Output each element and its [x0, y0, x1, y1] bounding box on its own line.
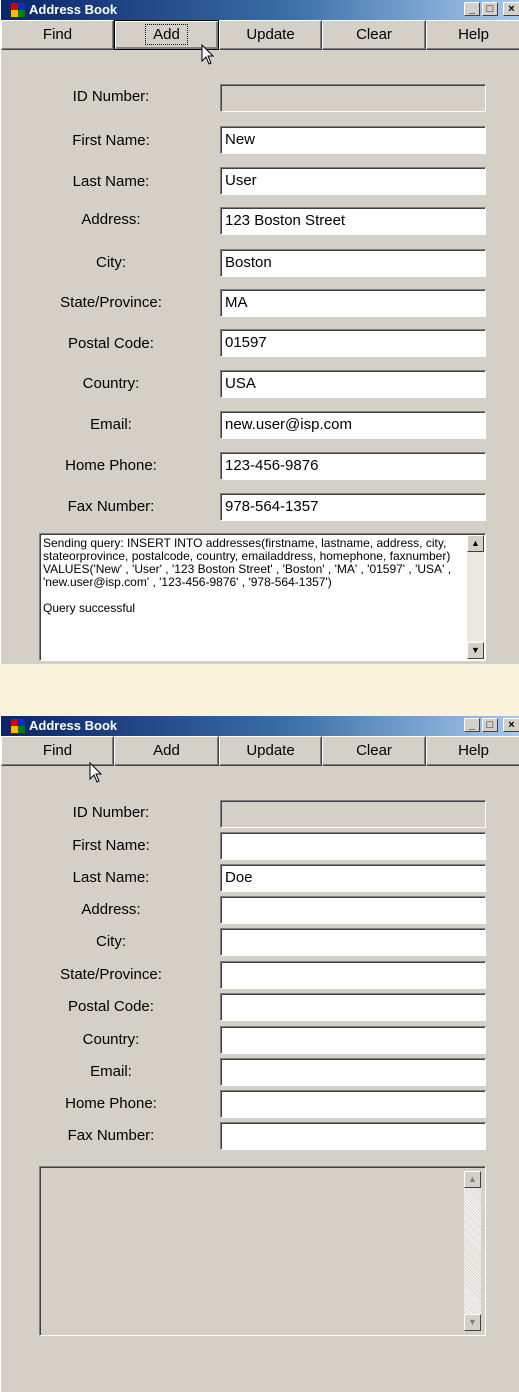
country-field[interactable] [220, 1026, 486, 1054]
address-book-window-1: Address Book _ □ × Find Add Update Clear… [0, 0, 519, 664]
clear-button[interactable]: Clear [322, 736, 426, 766]
home-phone-label: Home Phone: [65, 457, 157, 474]
country-field[interactable]: USA [220, 370, 486, 398]
find-button[interactable]: Find [1, 20, 114, 50]
id-number-field[interactable] [220, 84, 486, 112]
last-name-field[interactable]: Doe [220, 864, 486, 892]
last-name-label: Last Name: [72, 869, 150, 886]
postal-code-label: Postal Code: [68, 998, 154, 1015]
scroll-down-arrow-icon[interactable]: ▼ [464, 1314, 481, 1331]
email-field[interactable]: new.user@isp.com [220, 411, 486, 439]
id-number-label: ID Number: [72, 804, 150, 821]
title-bar[interactable]: Address Book _ □ × [1, 716, 519, 736]
find-button-label: Find [42, 26, 73, 43]
update-button[interactable]: Update [219, 736, 322, 766]
clear-button-label: Clear [356, 26, 392, 43]
query-log-text: Sending query: INSERT INTO addresses(fir… [43, 536, 452, 615]
fax-number-label: Fax Number: [67, 498, 155, 515]
clear-button[interactable]: Clear [322, 20, 426, 50]
city-label: City: [96, 933, 126, 950]
log-scrollbar[interactable]: ▲ ▼ [464, 1171, 481, 1331]
last-name-field[interactable]: User [220, 167, 486, 195]
add-button-label: Add [153, 742, 180, 759]
close-button[interactable]: × [503, 2, 519, 16]
fax-number-field[interactable]: 978-564-1357 [220, 493, 486, 521]
address-label: Address: [81, 901, 141, 918]
scroll-down-arrow-icon[interactable]: ▼ [467, 642, 484, 659]
state-province-label: State/Province: [60, 966, 162, 983]
mouse-cursor-icon [89, 762, 103, 783]
scroll-up-arrow-icon[interactable]: ▲ [467, 535, 484, 552]
home-phone-field[interactable] [220, 1090, 486, 1118]
add-button-label: Add [145, 24, 188, 45]
window-title: Address Book [29, 2, 118, 17]
app-icon [11, 3, 25, 17]
update-button[interactable]: Update [219, 20, 322, 50]
maximize-button[interactable]: □ [482, 718, 498, 732]
email-label: Email: [90, 416, 132, 433]
address-book-window-2: Address Book _ □ × Find Add Update Clear… [0, 716, 519, 1392]
maximize-button[interactable]: □ [482, 2, 498, 16]
address-label: Address: [81, 211, 141, 228]
help-button[interactable]: Help [426, 20, 519, 50]
country-label: Country: [82, 1031, 140, 1048]
minimize-button[interactable]: _ [464, 2, 480, 16]
help-button-label: Help [458, 26, 489, 43]
state-province-field[interactable]: MA [220, 289, 486, 317]
home-phone-field[interactable]: 123-456-9876 [220, 452, 486, 480]
id-number-label: ID Number: [72, 88, 150, 105]
mouse-cursor-icon [201, 44, 215, 65]
find-button-label: Find [42, 742, 73, 759]
address-field[interactable]: 123 Boston Street [220, 207, 486, 235]
last-name-label: Last Name: [72, 173, 150, 190]
first-name-field[interactable]: New [220, 126, 486, 154]
country-label: Country: [82, 375, 140, 392]
scroll-up-arrow-icon[interactable]: ▲ [464, 1171, 481, 1188]
help-button-label: Help [458, 742, 489, 759]
email-label: Email: [90, 1063, 132, 1080]
close-button[interactable]: × [503, 718, 519, 732]
city-label: City: [96, 254, 126, 271]
toolbar: Find Add Update Clear Help [1, 736, 519, 766]
postal-code-field[interactable]: 01597 [220, 329, 486, 357]
postal-code-label: Postal Code: [68, 335, 154, 352]
app-icon [11, 719, 25, 733]
city-field[interactable]: Boston [220, 249, 486, 277]
add-button[interactable]: Add [114, 736, 219, 766]
toolbar: Find Add Update Clear Help [1, 20, 519, 50]
query-log-textarea[interactable]: Sending query: INSERT INTO addresses(fir… [39, 533, 486, 661]
fax-number-label: Fax Number: [67, 1127, 155, 1144]
title-bar[interactable]: Address Book _ □ × [1, 0, 519, 20]
email-field[interactable] [220, 1058, 486, 1086]
query-log-textarea[interactable]: ▲ ▼ [39, 1166, 486, 1336]
postal-code-field[interactable] [220, 993, 486, 1021]
window-title: Address Book [29, 718, 118, 733]
fax-number-field[interactable] [220, 1122, 486, 1150]
log-scrollbar[interactable]: ▲ ▼ [467, 535, 484, 659]
first-name-label: First Name: [72, 837, 150, 854]
home-phone-label: Home Phone: [65, 1095, 157, 1112]
city-field[interactable] [220, 928, 486, 956]
state-province-label: State/Province: [60, 294, 162, 311]
clear-button-label: Clear [356, 742, 392, 759]
first-name-field[interactable] [220, 832, 486, 860]
state-province-field[interactable] [220, 961, 486, 989]
update-button-label: Update [246, 742, 295, 759]
address-field[interactable] [220, 896, 486, 924]
help-button[interactable]: Help [426, 736, 519, 766]
update-button-label: Update [246, 26, 295, 43]
id-number-field[interactable] [220, 800, 486, 828]
minimize-button[interactable]: _ [464, 718, 480, 732]
first-name-label: First Name: [72, 132, 150, 149]
